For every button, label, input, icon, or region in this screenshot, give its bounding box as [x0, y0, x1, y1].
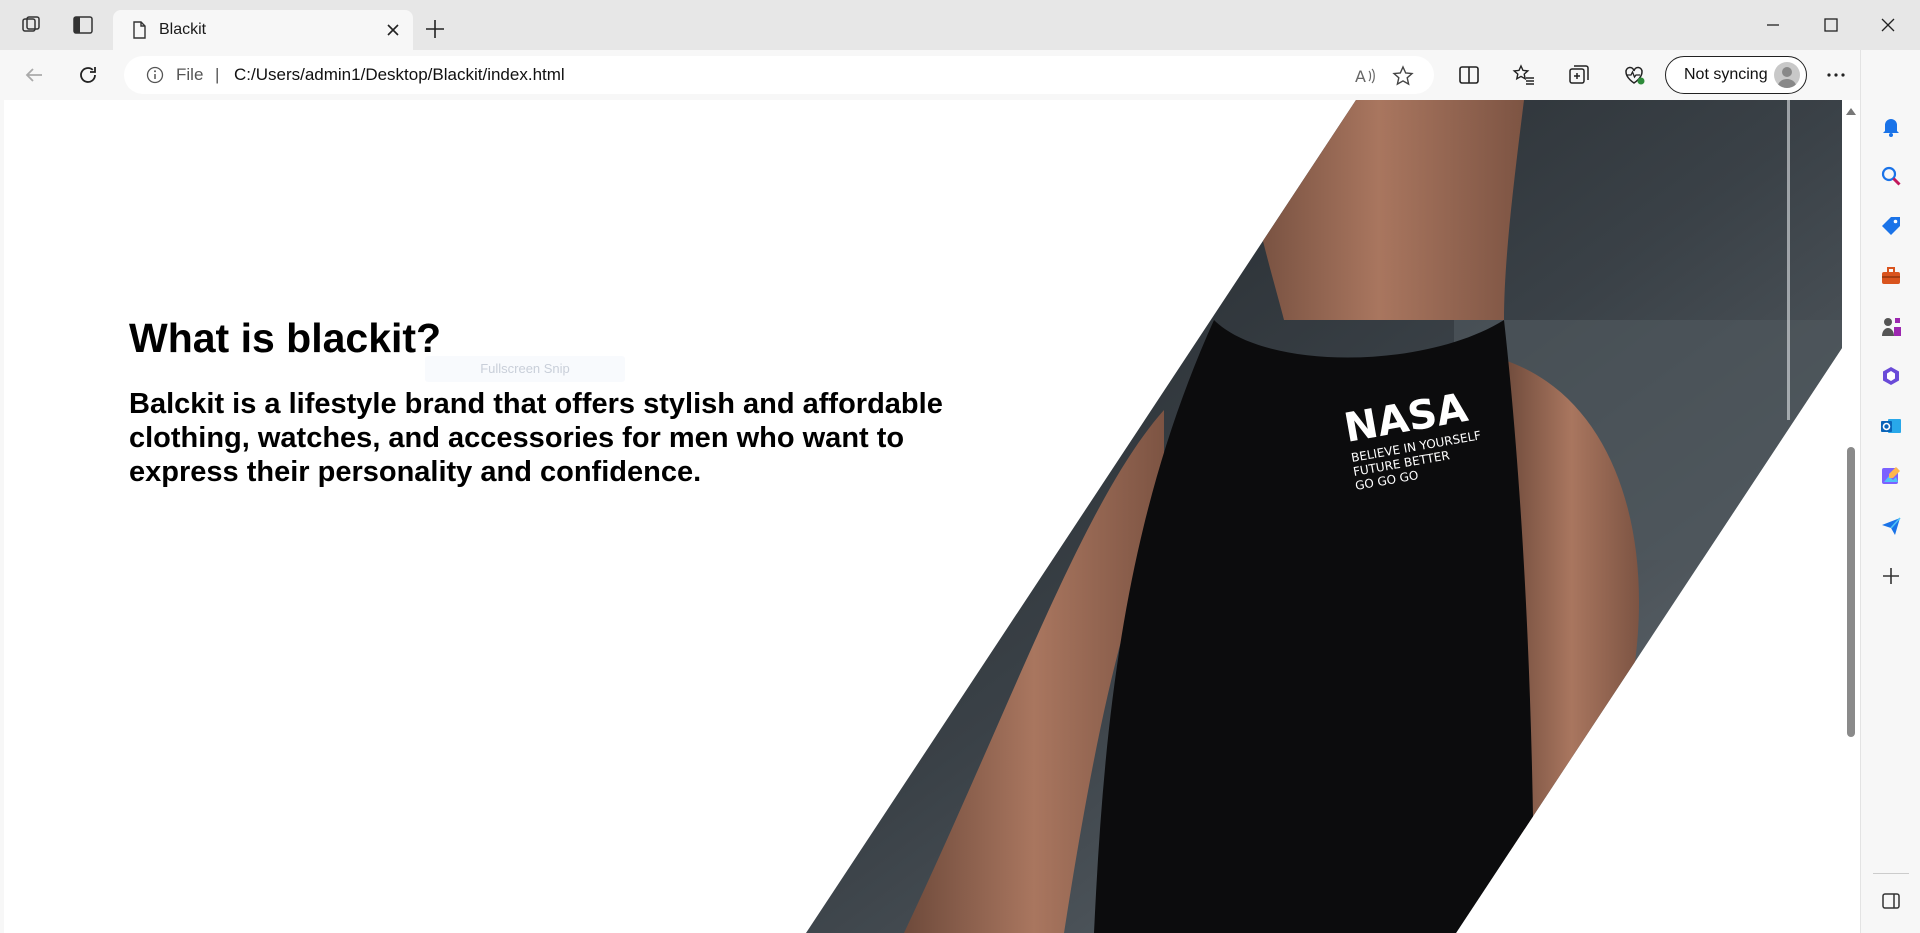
games-icon[interactable]: [1880, 315, 1902, 337]
star-icon[interactable]: [1392, 65, 1414, 87]
maximize-icon[interactable]: [1820, 14, 1842, 36]
outlook-icon[interactable]: [1880, 415, 1902, 437]
snip-tooltip: Fullscreen Snip: [425, 356, 625, 382]
shopping-tag-icon[interactable]: [1880, 215, 1902, 237]
collections-icon[interactable]: [1567, 63, 1591, 87]
split-screen-icon[interactable]: [1457, 63, 1481, 87]
scrollbar-thumb[interactable]: [1847, 447, 1855, 737]
back-arrow-icon[interactable]: [22, 63, 46, 87]
close-icon[interactable]: [383, 20, 403, 40]
send-icon[interactable]: [1880, 515, 1902, 537]
tab-actions-icon[interactable]: [72, 14, 94, 36]
page-heading: What is blackit?: [129, 315, 442, 361]
heart-pulse-icon[interactable]: [1622, 63, 1646, 87]
hide-sidebar-icon[interactable]: [1880, 890, 1902, 912]
sync-button[interactable]: Not syncing: [1665, 56, 1807, 94]
vertical-scrollbar[interactable]: [1842, 100, 1860, 933]
address-scheme: File: [176, 65, 204, 84]
edge-sidebar: [1860, 50, 1920, 933]
hero-image: NASA BELIEVE IN YOURSELF FUTURE BETTER G…: [806, 100, 1842, 933]
search-icon[interactable]: [1880, 165, 1902, 187]
tab-blackit[interactable]: Blackit: [113, 10, 413, 50]
address-separator: |: [215, 65, 220, 84]
plus-icon[interactable]: [424, 18, 446, 40]
tools-icon[interactable]: [1880, 265, 1902, 287]
window-close-icon[interactable]: [1877, 14, 1899, 36]
image-creator-icon[interactable]: [1880, 465, 1902, 487]
page-icon: [133, 21, 146, 39]
address-bar[interactable]: File | C:/Users/admin1/Desktop/Blackit/i…: [124, 56, 1434, 94]
scroll-up-arrow-icon[interactable]: [1846, 108, 1856, 115]
bell-icon[interactable]: [1880, 115, 1902, 137]
svg-text:A: A: [1355, 67, 1366, 86]
microsoft-365-icon[interactable]: [1880, 365, 1902, 387]
page-viewport: NASA BELIEVE IN YOURSELF FUTURE BETTER G…: [4, 100, 1842, 933]
workspaces-icon[interactable]: [20, 14, 42, 36]
more-icon[interactable]: [1824, 63, 1848, 87]
favorites-icon[interactable]: [1512, 63, 1536, 87]
avatar: [1774, 62, 1800, 88]
sync-label: Not syncing: [1684, 66, 1768, 83]
info-icon[interactable]: [146, 66, 164, 84]
refresh-icon[interactable]: [76, 63, 100, 87]
page-description: Balckit is a lifestyle brand that offers…: [129, 388, 943, 488]
url-text[interactable]: C:/Users/admin1/Desktop/Blackit/index.ht…: [234, 65, 565, 85]
tab-title: Blackit: [159, 21, 207, 38]
title-bar: Blackit: [0, 0, 1920, 50]
minimize-icon[interactable]: [1762, 14, 1784, 36]
profile-icon: [1777, 67, 1797, 88]
read-aloud-icon[interactable]: A: [1354, 65, 1376, 87]
add-icon[interactable]: [1880, 565, 1902, 587]
sidebar-divider: [1873, 873, 1909, 874]
navigation-bar: File | C:/Users/admin1/Desktop/Blackit/i…: [0, 50, 1920, 100]
